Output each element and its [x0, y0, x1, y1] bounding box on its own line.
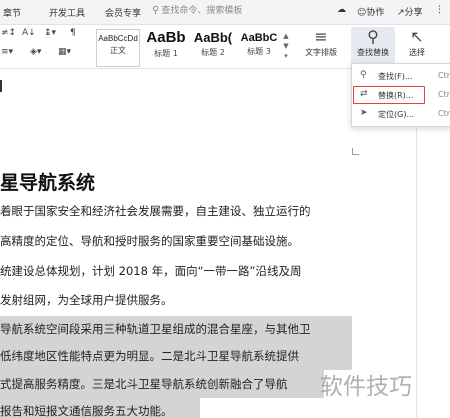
- style-heading-2[interactable]: AaBb( 标题 2: [190, 29, 236, 65]
- doc-line[interactable]: 统建设总体规划，计划 2018 年，面向“一带一路”沿线及周: [0, 263, 302, 279]
- menu-item-find-shortcut: Ctrl: [438, 71, 450, 80]
- find-replace-label: 查找替换: [357, 48, 389, 57]
- collab-button[interactable]: ☺协作: [357, 5, 384, 18]
- doc-line-selected[interactable]: 式提高服务精度。三是北斗卫星导航系统创新融合了导航: [0, 370, 324, 398]
- style-heading-1[interactable]: AaBb 标题 1: [143, 29, 189, 65]
- tab-member[interactable]: 会员专享: [105, 6, 141, 19]
- page-corner-marker: [352, 148, 359, 155]
- menu-item-find[interactable]: ⚲ 查找(F)... Ctrl: [354, 67, 450, 84]
- menu-item-replace[interactable]: ⇄ 替换(R)... Ctrl: [353, 86, 450, 104]
- sort-icon[interactable]: A↓: [22, 28, 36, 38]
- style-normal-name: 正文: [110, 46, 126, 55]
- select-button[interactable]: ↖ 选择: [400, 27, 434, 58]
- doc-line-selected[interactable]: 报告和短报文通信服务五大功能。: [0, 398, 200, 418]
- tab-dev-tools[interactable]: 开发工具: [49, 6, 85, 19]
- more-icon[interactable]: ⋮: [435, 5, 444, 15]
- collab-icon: ☺: [357, 8, 367, 18]
- menu-item-goto-shortcut: Ctrl: [438, 109, 450, 118]
- command-search-placeholder: 查找命令、搜索模板: [161, 6, 243, 16]
- style-h1-name: 标题 1: [154, 49, 178, 58]
- doc-line[interactable]: 高精度的定位、导航和授时服务的国家重要空间基础设施。: [0, 233, 299, 249]
- menu-item-replace-label: 替换(R)...: [378, 91, 414, 100]
- style-gallery-scroll[interactable]: ▲ ▼ ▾: [282, 31, 290, 61]
- doc-line-selected[interactable]: 低纬度地区性能特点更为明显。二是北斗卫星导航系统提供: [0, 342, 352, 370]
- share-label: 分享: [404, 8, 423, 18]
- menu-item-goto[interactable]: ➤ 定位(G)... Ctrl: [354, 105, 450, 122]
- menu-item-replace-shortcut: Ctrl: [438, 90, 450, 99]
- menu-item-find-label: 查找(F)...: [378, 72, 413, 81]
- borders-icon[interactable]: ▦▾: [58, 47, 71, 57]
- find-replace-button[interactable]: ⚲ 查找替换: [351, 27, 395, 64]
- find-replace-menu: ⚲ 查找(F)... Ctrl ⇄ 替换(R)... Ctrl ➤ 定位(G).…: [351, 63, 450, 127]
- search-icon: ⚲: [360, 70, 367, 80]
- style-normal-sample: AaBbCcDd: [98, 34, 138, 43]
- cloud-sync-icon[interactable]: ☁: [337, 5, 346, 15]
- goto-icon: ➤: [360, 108, 368, 118]
- tab-chapter[interactable]: 章节: [3, 6, 21, 19]
- paragraph-mark-icon[interactable]: ¶: [70, 28, 76, 38]
- share-icon: ↗: [397, 8, 405, 18]
- style-normal[interactable]: AaBbCcDd 正文: [96, 29, 140, 67]
- command-search[interactable]: ⚲ 查找命令、搜索模板: [152, 3, 280, 20]
- collab-label: 协作: [366, 8, 385, 18]
- text-layout-button[interactable]: ≡ 文字排版: [300, 27, 342, 58]
- replace-icon: ⇄: [360, 89, 368, 99]
- paragraph-icon[interactable]: ↨▾: [44, 28, 56, 38]
- style-h3-name: 标题 3: [247, 47, 271, 56]
- text-layout-icon: ≡: [314, 27, 328, 46]
- doc-line[interactable]: 发射组网，为全球用户提供服务。: [0, 292, 173, 308]
- menu-tab-bar: 章节 开发工具 会员专享 ⚲ 查找命令、搜索模板 ☁ ☺协作 ↗分享 ⋮: [0, 0, 450, 25]
- share-button[interactable]: ↗分享: [397, 5, 423, 18]
- style-h1-sample: AaBb: [146, 29, 186, 46]
- doc-line[interactable]: 着眼于国家安全和经济社会发展需要，自主建设、独立运行的: [0, 203, 311, 219]
- menu-item-goto-label: 定位(G)...: [378, 110, 415, 119]
- style-h2-sample: AaBb(: [193, 30, 233, 45]
- select-label: 选择: [409, 48, 425, 57]
- doc-line-selected[interactable]: 导航系统空间段采用三种轨道卫星组成的混合星座，与其他卫: [0, 316, 352, 342]
- search-icon: ⚲: [152, 5, 160, 16]
- style-heading-3[interactable]: AaBbC 标题 3: [237, 29, 281, 65]
- document-heading[interactable]: 星导航系统: [0, 168, 95, 195]
- text-layout-label: 文字排版: [305, 48, 337, 57]
- line-spacing-icon[interactable]: ≡▾: [1, 47, 13, 57]
- cursor-arrow-icon: ↖: [410, 27, 424, 46]
- style-h2-name: 标题 2: [201, 48, 225, 57]
- page-margin-mark: [0, 80, 2, 92]
- watermark-text: 软件技巧: [320, 374, 412, 400]
- shading-icon[interactable]: ◈▾: [30, 47, 41, 57]
- find-replace-icon: ⚲: [367, 27, 379, 46]
- indent-decrease-icon[interactable]: ≠↕: [1, 28, 16, 38]
- style-h3-sample: AaBbC: [240, 32, 278, 44]
